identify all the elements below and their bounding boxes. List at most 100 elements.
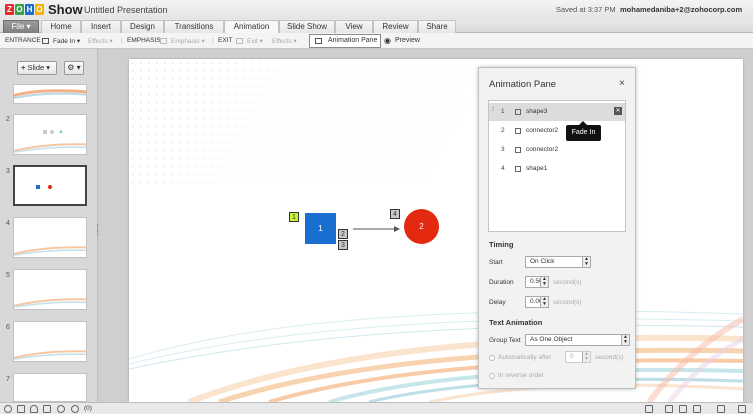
auto-after-value: 0 [570, 353, 574, 360]
stepper-icon[interactable]: ▲ ▼ [540, 297, 548, 307]
tab-insert[interactable]: Insert [81, 20, 121, 33]
share-icon[interactable] [43, 405, 51, 413]
tab-share[interactable]: Share [418, 20, 456, 33]
animation-ribbon: ENTRANCE Fade In ▾ Effects ▾ | EMPHASIS … [0, 33, 753, 49]
entrance-label: ENTRANCE [5, 37, 41, 44]
delete-icon[interactable]: ✕ [614, 107, 622, 115]
slide-thumbnail-1[interactable] [13, 84, 87, 104]
animation-list-item[interactable]: 3 connector2 [489, 141, 625, 159]
plus-icon: + [21, 63, 26, 72]
grid-view-icon[interactable] [679, 405, 687, 413]
duration-unit: second(s) [553, 279, 582, 286]
slide-thumbnail-4[interactable] [13, 217, 87, 258]
animation-target-name: shape3 [526, 108, 548, 115]
slide-thumbnail-3-selected[interactable] [13, 165, 87, 206]
tab-animation[interactable]: Animation [224, 20, 279, 34]
users-icon[interactable] [57, 405, 65, 413]
thumb-shape [48, 185, 52, 189]
thumb-shape [36, 185, 40, 189]
slide-thumbnail-5[interactable] [13, 269, 87, 310]
animation-list-item[interactable]: ⁞⁞ 1 shape3 ✕ [489, 103, 625, 121]
animation-order-number: 4 [501, 165, 505, 172]
notification-bell-icon[interactable] [30, 405, 38, 413]
slide-thumbnail-7[interactable] [13, 373, 87, 402]
tab-review[interactable]: Review [373, 20, 418, 33]
slide-number: 3 [6, 168, 10, 175]
document-title[interactable]: Untitled Presentation [84, 5, 168, 15]
present-icon[interactable] [717, 405, 725, 413]
tab-file[interactable]: File ▾ [3, 20, 39, 33]
normal-view-icon[interactable] [665, 405, 673, 413]
animation-order-tag[interactable]: 1 [289, 212, 299, 222]
slide-settings-button[interactable]: ⚙ ▾ [64, 61, 84, 75]
shape-red-circle[interactable]: 2 [404, 209, 439, 244]
delay-stepper[interactable]: 0.00 ▲ ▼ [525, 296, 549, 308]
animation-order-number: 2 [501, 127, 505, 134]
stepper-icon[interactable]: ▲ ▼ [540, 277, 548, 287]
drag-handle-icon[interactable]: ⁞⁞ [492, 107, 495, 113]
slide-thumbnail-6[interactable] [13, 321, 87, 362]
shape-blue-square[interactable]: 1 [305, 213, 336, 244]
emphasis-dropdown[interactable]: Emphasis ▾ [171, 37, 205, 45]
thumb-shape [50, 130, 54, 134]
animation-list: ⁞⁞ 1 shape3 ✕ 2 connector2 3 connector2 … [488, 100, 626, 232]
slide-number: 5 [6, 272, 10, 279]
stepper-icon[interactable]: ▲ ▼ [582, 352, 590, 362]
preview-button[interactable]: Preview [395, 37, 420, 44]
gear-icon: ⚙ ▾ [67, 63, 81, 72]
slide-number: 2 [6, 116, 10, 123]
user-icon[interactable] [71, 405, 79, 413]
entrance-effect-icon [42, 38, 49, 44]
automatically-after-radio[interactable] [489, 355, 495, 361]
title-bar: Z O H O Show Untitled Presentation Saved… [0, 0, 753, 19]
fullscreen-icon[interactable] [738, 405, 746, 413]
automatically-after-label: Automatically after [498, 354, 552, 361]
group-text-label: Group Text [489, 337, 521, 344]
thumbnail-swoosh [14, 246, 86, 256]
thumbnail-swoosh [14, 350, 86, 360]
tab-slide-show[interactable]: Slide Show [279, 20, 335, 33]
animation-order-tag[interactable]: 4 [390, 209, 400, 219]
add-slide-label: Slide ▾ [27, 63, 51, 72]
tab-design[interactable]: Design [121, 20, 164, 33]
entrance-dropdown[interactable]: Fade In ▾ [53, 37, 80, 45]
tab-transitions[interactable]: Transitions [164, 20, 224, 33]
exit-effect-icon [236, 38, 243, 44]
group-text-select[interactable]: As One Object ▲ ▼ [525, 334, 630, 346]
entrance-effects-dropdown[interactable]: Effects ▾ [88, 37, 113, 45]
exit-effects-dropdown[interactable]: Effects ▾ [272, 37, 297, 45]
slide-number: 6 [6, 324, 10, 331]
notes-icon[interactable] [645, 405, 653, 413]
logo-letter: O [35, 4, 44, 15]
connector-arrow[interactable] [352, 224, 402, 234]
animation-list-item[interactable]: 2 connector2 [489, 122, 625, 140]
close-icon[interactable]: × [619, 78, 625, 89]
user-email[interactable]: mohamedaniba+2@zohocorp.com [620, 5, 742, 14]
duration-label: Duration [489, 279, 514, 286]
start-select[interactable]: On Click ▲ ▼ [525, 256, 591, 268]
exit-dropdown[interactable]: Exit ▾ [247, 37, 263, 45]
exit-label: EXIT [218, 37, 233, 44]
animation-order-tag[interactable]: 2 [338, 229, 348, 239]
divider: | [212, 37, 214, 44]
animation-order-number: 1 [501, 108, 505, 115]
animation-order-tag[interactable]: 3 [338, 240, 348, 250]
zoho-show-logo: Z O H O Show [5, 3, 83, 16]
reading-view-icon[interactable] [693, 405, 701, 413]
tab-home[interactable]: Home [41, 20, 81, 33]
animation-pane: Animation Pane × ⁞⁞ 1 shape3 ✕ 2 connect… [478, 67, 636, 389]
tab-view[interactable]: View [335, 20, 373, 33]
text-animation-heading: Text Animation [489, 318, 543, 327]
comment-icon[interactable] [17, 405, 25, 413]
animation-list-item[interactable]: 4 shape1 [489, 160, 625, 178]
chat-icon[interactable] [4, 405, 12, 413]
add-slide-button[interactable]: + Slide ▾ [17, 61, 57, 75]
slide-thumbnail-2[interactable]: ▲ [13, 114, 87, 155]
thumb-shape [43, 130, 47, 134]
reverse-order-checkbox[interactable] [489, 373, 495, 379]
animation-pane-button[interactable]: Animation Pane [309, 34, 381, 48]
auto-after-stepper[interactable]: 0 ▲ ▼ [565, 351, 591, 363]
logo-letter: Z [5, 4, 14, 15]
start-label: Start [489, 259, 503, 266]
duration-stepper[interactable]: 0.50 ▲ ▼ [525, 276, 549, 288]
